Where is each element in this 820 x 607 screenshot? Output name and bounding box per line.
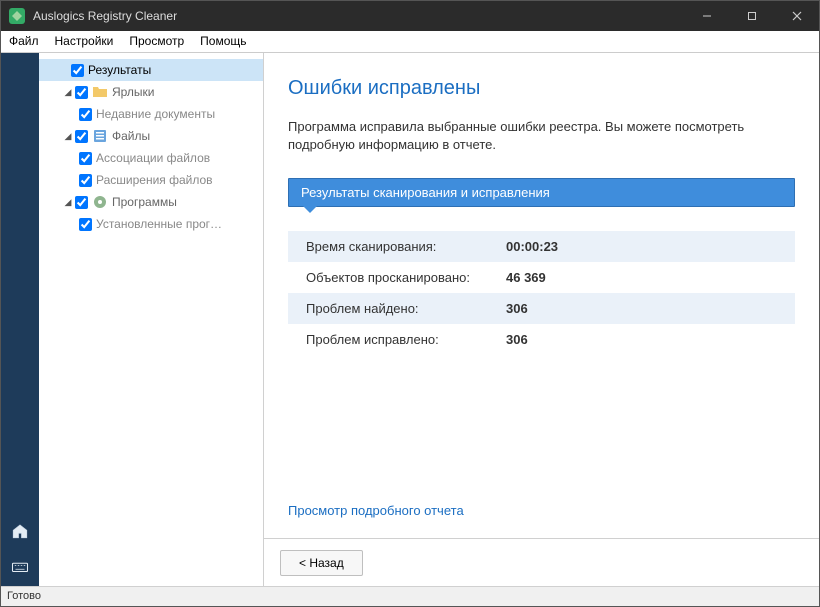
close-button[interactable] <box>774 1 819 31</box>
tree-item-shortcuts[interactable]: ◢ Ярлыки <box>39 81 263 103</box>
checkbox-programs[interactable] <box>75 196 88 209</box>
maximize-icon <box>747 11 757 21</box>
tree-label: Ярлыки <box>112 85 155 99</box>
menu-view[interactable]: Просмотр <box>121 31 192 52</box>
statusbar: Готово <box>1 586 819 606</box>
files-icon <box>92 128 108 144</box>
nav-keyboard-button[interactable] <box>9 556 31 578</box>
tree-item-programs[interactable]: ◢ Программы <box>39 191 263 213</box>
result-label: Объектов просканировано: <box>306 270 506 285</box>
tree-item-recent-docs[interactable]: Недавние документы <box>39 103 263 125</box>
tree-label: Программы <box>112 195 177 209</box>
tree-item-files[interactable]: ◢ Файлы <box>39 125 263 147</box>
expand-arrow-icon[interactable]: ◢ <box>61 197 75 208</box>
menu-file[interactable]: Файл <box>1 31 47 52</box>
close-icon <box>792 11 802 21</box>
checkbox-shortcuts[interactable] <box>75 86 88 99</box>
checkbox-files[interactable] <box>75 130 88 143</box>
main-column: Ошибки исправлены Программа исправила вы… <box>264 53 819 586</box>
app-icon <box>9 8 25 24</box>
tree-label: Недавние документы <box>96 107 215 121</box>
result-value: 306 <box>506 332 528 347</box>
tree-panel: Результаты ◢ Ярлыки Недавние документы ◢… <box>39 53 264 586</box>
menu-help[interactable]: Помощь <box>192 31 254 52</box>
tree-label: Результаты <box>88 63 151 77</box>
app-window: Auslogics Registry Cleaner Файл Настройк… <box>0 0 820 607</box>
result-value: 46 369 <box>506 270 546 285</box>
checkbox-recent-docs[interactable] <box>79 108 92 121</box>
keyboard-icon <box>11 558 29 576</box>
result-label: Проблем найдено: <box>306 301 506 316</box>
titlebar[interactable]: Auslogics Registry Cleaner <box>1 1 819 31</box>
tree-item-results[interactable]: Результаты <box>39 59 263 81</box>
home-icon <box>11 522 29 540</box>
result-value: 306 <box>506 301 528 316</box>
tree-label: Установленные прог… <box>96 217 222 231</box>
tree-label: Файлы <box>112 129 150 143</box>
folder-icon <box>92 84 108 100</box>
checkbox-results[interactable] <box>71 64 84 77</box>
minimize-button[interactable] <box>684 1 729 31</box>
result-row-scan-time: Время сканирования: 00:00:23 <box>288 231 795 262</box>
result-label: Время сканирования: <box>306 239 506 254</box>
tree-item-file-ext[interactable]: Расширения файлов <box>39 169 263 191</box>
checkbox-file-assoc[interactable] <box>79 152 92 165</box>
results-table: Время сканирования: 00:00:23 Объектов пр… <box>288 231 795 355</box>
maximize-button[interactable] <box>729 1 774 31</box>
minimize-icon <box>702 11 712 21</box>
menu-settings[interactable]: Настройки <box>47 31 122 52</box>
window-title: Auslogics Registry Cleaner <box>33 9 684 23</box>
tree-item-installed[interactable]: Установленные прог… <box>39 213 263 235</box>
programs-icon <box>92 194 108 210</box>
nav-strip <box>1 53 39 586</box>
back-button[interactable]: < Назад <box>280 550 363 576</box>
tree-label: Расширения файлов <box>96 173 213 187</box>
result-row-objects: Объектов просканировано: 46 369 <box>288 262 795 293</box>
bottom-bar: < Назад <box>264 538 819 586</box>
expand-arrow-icon[interactable]: ◢ <box>61 87 75 98</box>
tree-label: Ассоциации файлов <box>96 151 210 165</box>
result-value: 00:00:23 <box>506 239 558 254</box>
checkbox-file-ext[interactable] <box>79 174 92 187</box>
page-subtext: Программа исправила выбранные ошибки рее… <box>288 118 795 154</box>
result-label: Проблем исправлено: <box>306 332 506 347</box>
body: Результаты ◢ Ярлыки Недавние документы ◢… <box>1 53 819 586</box>
main-content: Ошибки исправлены Программа исправила вы… <box>264 53 819 538</box>
expand-arrow-icon[interactable]: ◢ <box>61 131 75 142</box>
page-heading: Ошибки исправлены <box>288 77 795 100</box>
menubar: Файл Настройки Просмотр Помощь <box>1 31 819 53</box>
nav-home-button[interactable] <box>9 520 31 542</box>
result-row-found: Проблем найдено: 306 <box>288 293 795 324</box>
checkbox-installed[interactable] <box>79 218 92 231</box>
results-banner: Результаты сканирования и исправления <box>288 178 795 207</box>
view-report-link[interactable]: Просмотр подробного отчета <box>288 503 795 518</box>
result-row-fixed: Проблем исправлено: 306 <box>288 324 795 355</box>
tree-item-file-assoc[interactable]: Ассоциации файлов <box>39 147 263 169</box>
